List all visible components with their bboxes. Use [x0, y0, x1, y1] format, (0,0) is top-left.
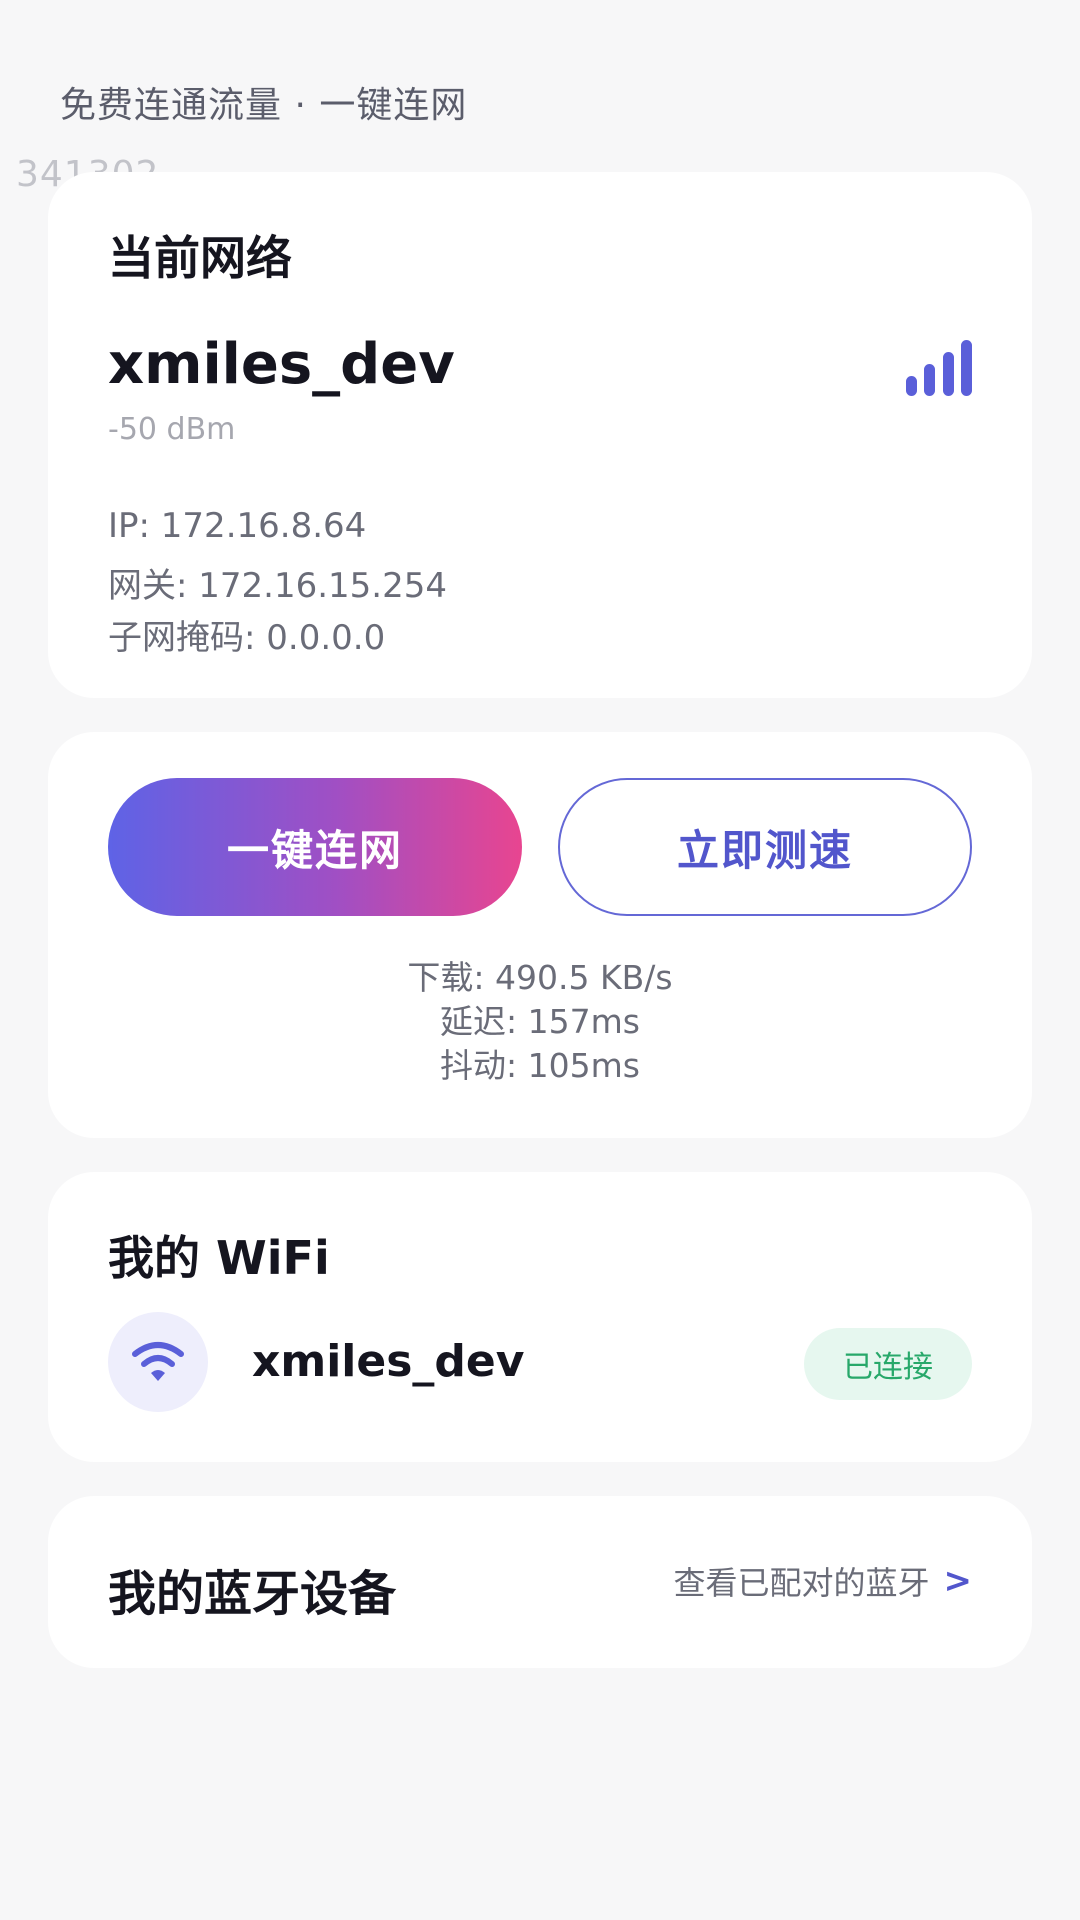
current-network-ssid: xmiles_dev: [108, 332, 455, 397]
my-wifi-ssid[interactable]: xmiles_dev: [252, 1336, 524, 1387]
current-network-card: 当前网络 xmiles_dev -50 dBm IP: 172.16.8.64 …: [48, 172, 1032, 698]
jitter: 抖动: 105ms: [440, 1046, 640, 1085]
ip-address: IP: 172.16.8.64: [108, 506, 367, 546]
chevron-right-icon: >: [943, 1561, 973, 1601]
latency: 延迟: 157ms: [440, 1002, 640, 1041]
signal-bars-icon: [906, 338, 972, 396]
actions-card: 一键连网 立即测速 下载: 490.5 KB/s 延迟: 157ms 抖动: 1…: [48, 732, 1032, 1138]
signal-bar: [942, 352, 954, 396]
gateway-address: 网关: 172.16.15.254: [108, 566, 448, 606]
my-wifi-title: 我的 WiFi: [108, 1231, 330, 1285]
download-speed: 下载: 490.5 KB/s: [407, 958, 673, 997]
my-wifi-card: 我的 WiFi xmiles_dev 已连接: [48, 1172, 1032, 1462]
one-click-connect-button[interactable]: 一键连网: [108, 778, 522, 916]
view-paired-bluetooth-link[interactable]: 查看已配对的蓝牙 >: [673, 1558, 972, 1604]
connected-status-badge: 已连接: [804, 1328, 972, 1400]
current-network-title: 当前网络: [108, 231, 292, 285]
subnet-mask: 子网掩码: 0.0.0.0: [108, 618, 386, 658]
wifi-icon: [108, 1312, 208, 1412]
speed-test-button[interactable]: 立即测速: [558, 778, 972, 916]
signal-bar: [924, 364, 936, 396]
signal-bar: [960, 340, 972, 396]
bluetooth-title: 我的蓝牙设备: [108, 1566, 397, 1622]
wifi-icon-svg: [132, 1342, 184, 1381]
bluetooth-card: 我的蓝牙设备 查看已配对的蓝牙 >: [48, 1496, 1032, 1668]
signal-strength-text: -50 dBm: [108, 412, 236, 447]
signal-bar: [906, 376, 917, 396]
app-screen: 免费连通流量 · 一键连网 341302 当前网络 xmiles_dev -50…: [0, 0, 1080, 1920]
app-tagline: 免费连通流量 · 一键连网: [60, 85, 468, 126]
speed-stats: 下载: 490.5 KB/s 延迟: 157ms 抖动: 105ms: [48, 956, 1032, 1088]
view-paired-bluetooth-label: 查看已配对的蓝牙: [673, 1564, 930, 1602]
